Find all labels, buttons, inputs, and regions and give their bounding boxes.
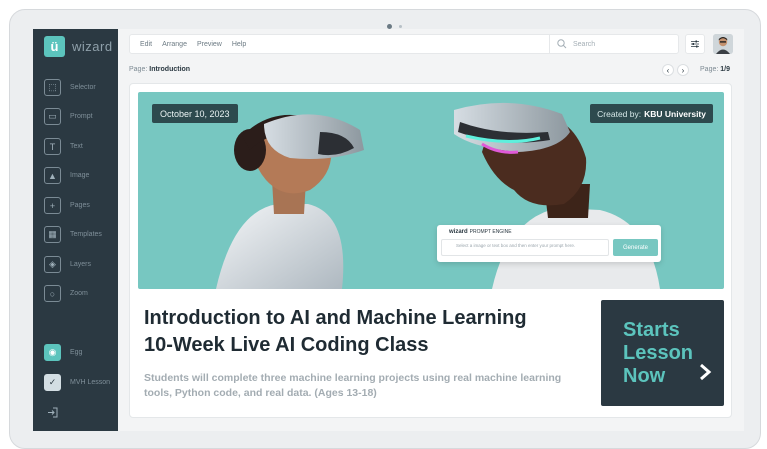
logo-text: wizard	[72, 39, 113, 54]
created-by-value: KBU University	[644, 108, 706, 119]
logout-button[interactable]	[47, 407, 58, 418]
sidebar-item-prompt[interactable]: ▭ Prompt	[44, 108, 93, 125]
sidebar-item-text[interactable]: T Text	[44, 138, 83, 155]
hero-image[interactable]: October 10, 2023 Created by: KBU Universi…	[138, 92, 724, 289]
page-name: Introduction	[149, 66, 191, 73]
sidebar-item-zoom[interactable]: ○ Zoom	[44, 285, 88, 302]
sidebar-item-label: Templates	[70, 231, 102, 238]
top-toolbar: Edit Arrange Preview Help Search	[129, 34, 679, 54]
app-logo[interactable]: ü wizard	[44, 36, 113, 57]
slide-title[interactable]: Introduction to AI and Machine Learning …	[144, 305, 527, 359]
camera-indicator-dot	[399, 25, 402, 28]
user-avatar-icon	[713, 34, 733, 54]
logo-mark: ü	[44, 36, 65, 57]
image-icon: ▲	[44, 167, 61, 184]
sidebar-item-label: MVH Lesson	[70, 379, 111, 386]
menu-item-help[interactable]: Help	[232, 41, 246, 48]
pages-icon: +	[44, 197, 61, 214]
sidebar: ü wizard ⬚ Selector ▭ Prompt T Text ▲ Im…	[33, 29, 118, 431]
menu-item-preview[interactable]: Preview	[197, 41, 222, 48]
sidebar-item-layers[interactable]: ◈ Layers	[44, 256, 91, 273]
sidebar-item-label: Egg	[70, 349, 83, 356]
selector-icon: ⬚	[44, 79, 61, 96]
slide-canvas[interactable]: October 10, 2023 Created by: KBU Universi…	[129, 83, 732, 418]
chevron-left-icon: ‹	[666, 65, 670, 75]
prompt-icon: ▭	[44, 108, 61, 125]
menu-bar: Edit Arrange Preview Help	[140, 35, 246, 53]
zoom-icon: ○	[44, 285, 61, 302]
prompt-engine-title: wizard PROMPT ENGINE	[449, 229, 512, 235]
menu-item-arrange[interactable]: Arrange	[162, 41, 187, 48]
sidebar-item-label: Layers	[70, 261, 92, 268]
sidebar-item-templates[interactable]: ▦ Templates	[44, 226, 102, 243]
text-icon: T	[44, 138, 61, 155]
sidebar-item-pages[interactable]: + Pages	[44, 197, 90, 214]
title-line-2: 10-Week Live AI Coding Class	[144, 334, 429, 356]
sidebar-item-label: Image	[70, 172, 90, 179]
search-icon	[557, 39, 567, 49]
prompt-engine-card: wizard PROMPT ENGINE Select a image or te…	[437, 225, 661, 262]
sidebar-item-egg[interactable]: ◉ Egg	[44, 344, 82, 361]
prompt-input[interactable]: Select a image or text box and then ente…	[441, 239, 609, 256]
title-line-1: Introduction to AI and Machine Learning	[144, 307, 527, 329]
prev-page-button[interactable]: ‹	[662, 64, 674, 76]
sidebar-item-lesson[interactable]: ✓ MVH Lesson	[44, 374, 110, 391]
page-label: Page: Introduction	[129, 66, 191, 73]
sidebar-item-label: Text	[70, 143, 83, 150]
checkbox-icon: ✓	[44, 374, 61, 391]
page-count: Page: 1/9	[700, 66, 730, 73]
logout-icon	[48, 407, 58, 418]
created-by-badge[interactable]: Created by: KBU University	[590, 104, 713, 123]
sidebar-item-label: Pages	[70, 202, 90, 209]
chevron-right-icon: ›	[681, 65, 685, 75]
generate-button[interactable]: Generate	[613, 239, 658, 256]
start-lesson-button[interactable]: Starts Lesson Now	[601, 300, 724, 406]
layers-icon: ◈	[44, 256, 61, 273]
sidebar-item-label: Zoom	[70, 290, 88, 297]
search-placeholder: Search	[573, 40, 596, 48]
templates-icon: ▦	[44, 226, 61, 243]
next-page-button[interactable]: ›	[677, 64, 689, 76]
page-bar: Page: Introduction ‹ › Page: 1/9	[129, 64, 734, 78]
settings-button[interactable]	[685, 34, 705, 54]
chevron-right-icon	[700, 363, 712, 381]
sliders-icon	[691, 40, 699, 48]
sidebar-item-label: Selector	[70, 84, 96, 91]
date-badge[interactable]: October 10, 2023	[152, 104, 238, 123]
search-input[interactable]: Search	[549, 35, 677, 53]
egg-icon: ◉	[44, 344, 61, 361]
menu-item-edit[interactable]: Edit	[140, 41, 152, 48]
sidebar-item-label: Prompt	[70, 113, 93, 120]
sidebar-item-image[interactable]: ▲ Image	[44, 167, 89, 184]
created-by-label: Created by:	[597, 108, 642, 119]
slide-subtitle[interactable]: Students will complete three machine lea…	[144, 371, 574, 401]
app-screen: ü wizard ⬚ Selector ▭ Prompt T Text ▲ Im…	[33, 29, 744, 431]
cta-label: Starts Lesson Now	[623, 319, 694, 387]
sidebar-item-selector[interactable]: ⬚ Selector	[44, 79, 96, 96]
avatar[interactable]	[713, 34, 733, 54]
